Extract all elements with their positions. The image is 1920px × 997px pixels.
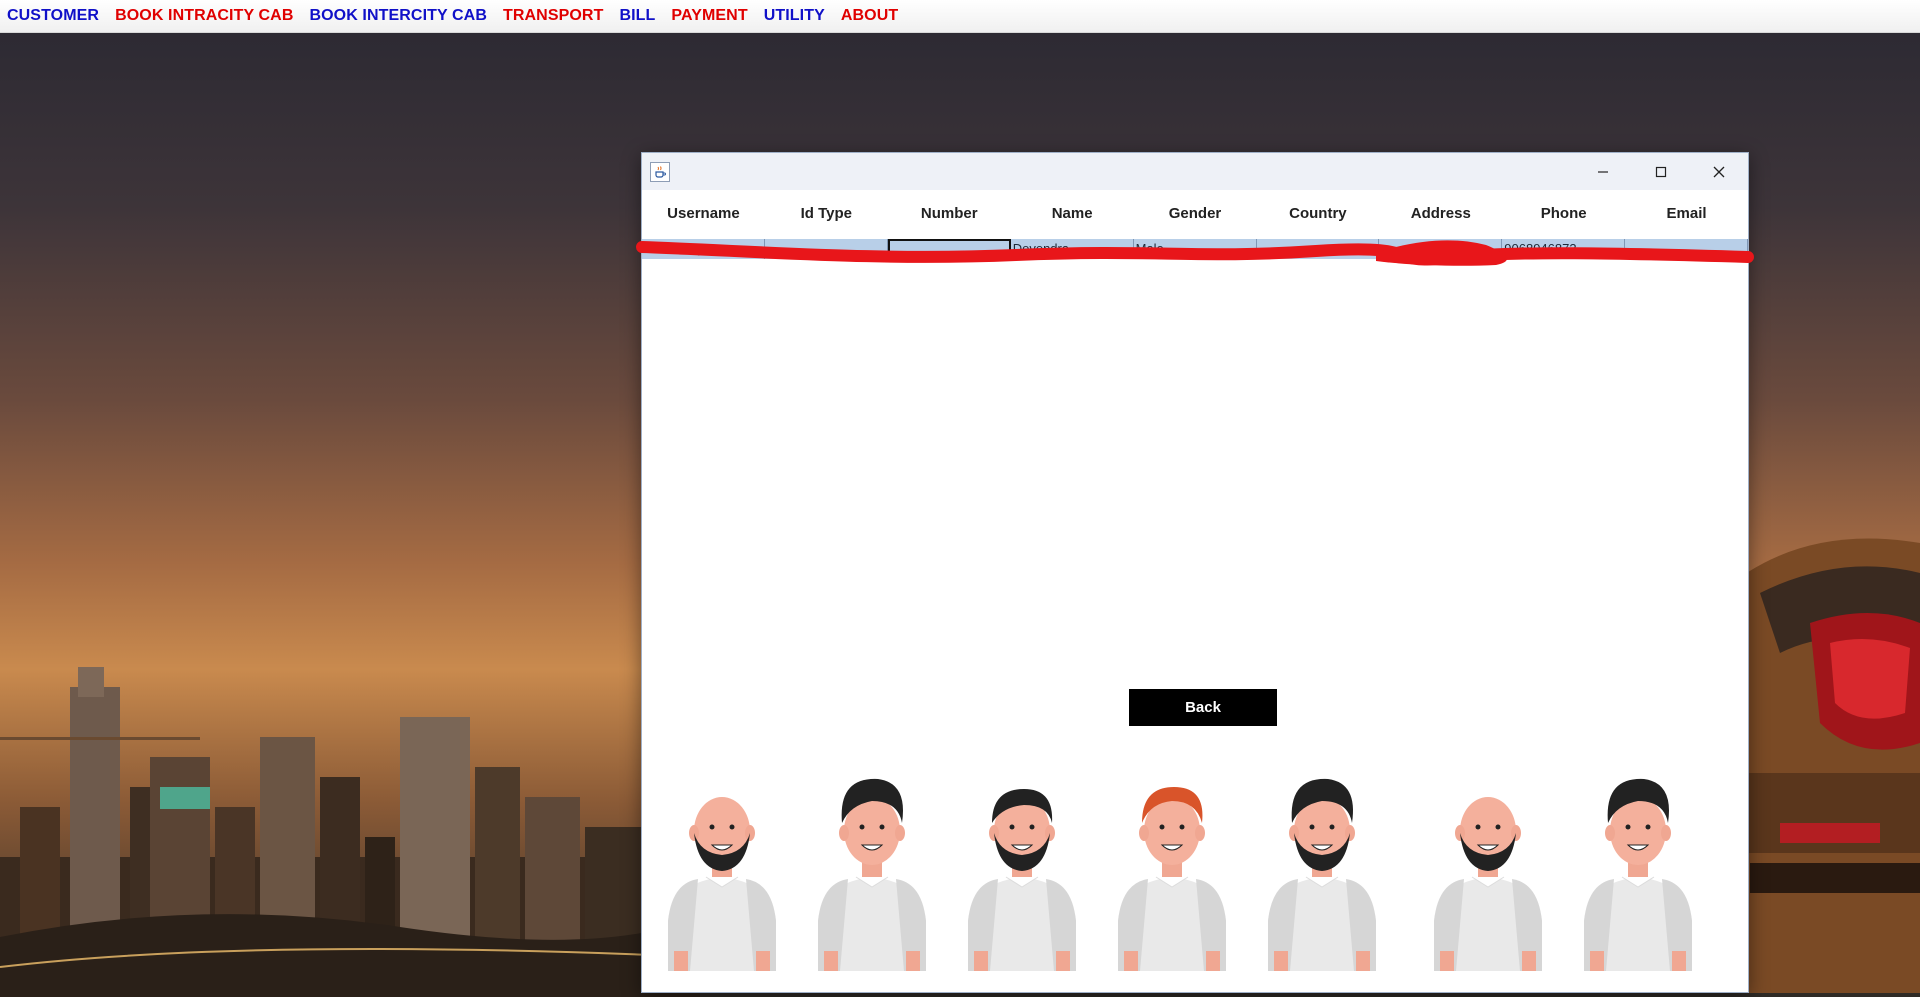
menu-bill[interactable]: BILL: [619, 7, 655, 25]
avatar-dark-hair-2: [1583, 778, 1693, 971]
cell-name[interactable]: Devendra: [1011, 239, 1134, 259]
avatar-red-hair: [1117, 787, 1227, 971]
menu-transport[interactable]: TRANSPORT: [503, 7, 603, 25]
city-skyline-image: [0, 667, 700, 997]
menu-about[interactable]: ABOUT: [841, 7, 898, 25]
back-button[interactable]: Back: [1129, 689, 1277, 726]
column-header-address[interactable]: Address: [1379, 203, 1502, 225]
avatar-group-illustration: [667, 778, 1693, 971]
avatar-bald-bearded-2: [1433, 796, 1543, 971]
column-header-gender[interactable]: Gender: [1134, 203, 1257, 225]
menu-customer[interactable]: CUSTOMER: [7, 7, 99, 25]
column-header-number[interactable]: Number: [888, 203, 1011, 225]
cell-id-type[interactable]: [765, 239, 888, 259]
menu-book-intracity-cab[interactable]: BOOK INTRACITY CAB: [115, 7, 293, 25]
minimize-icon[interactable]: [1574, 153, 1632, 190]
cell-email[interactable]: [1625, 239, 1748, 259]
window-titlebar[interactable]: [642, 153, 1748, 190]
column-header-phone[interactable]: Phone: [1502, 203, 1625, 225]
cell-number[interactable]: [887, 239, 1011, 259]
cell-country[interactable]: [1257, 239, 1380, 259]
window-controls: [1574, 153, 1748, 190]
column-header-name[interactable]: Name: [1011, 203, 1134, 225]
cell-gender[interactable]: Male: [1134, 239, 1257, 259]
menu-payment[interactable]: PAYMENT: [671, 7, 747, 25]
table-row[interactable]: devendraj... Devendra Male 9068946873: [642, 239, 1748, 259]
avatar-bald-bearded: [667, 796, 777, 971]
maximize-icon[interactable]: [1632, 153, 1690, 190]
avatar-goatee: [967, 789, 1077, 971]
column-header-username[interactable]: Username: [642, 203, 765, 225]
column-header-email[interactable]: Email: [1625, 203, 1748, 225]
menu-utility[interactable]: UTILITY: [764, 7, 825, 25]
avatar-dark-hair: [817, 778, 927, 971]
cell-username[interactable]: devendraj...: [642, 239, 765, 259]
main-menubar: CUSTOMER BOOK INTRACITY CAB BOOK INTERCI…: [0, 0, 1920, 33]
cell-address[interactable]: [1379, 239, 1503, 259]
cell-phone[interactable]: 9068946873: [1502, 239, 1626, 259]
column-header-country[interactable]: Country: [1256, 203, 1379, 225]
column-header-id-type[interactable]: Id Type: [765, 203, 888, 225]
customer-details-window: Username Id Type Number Name Gender Coun…: [636, 152, 1754, 993]
table-header: Username Id Type Number Name Gender Coun…: [642, 203, 1748, 225]
close-icon[interactable]: [1690, 153, 1748, 190]
java-cup-icon: [650, 161, 670, 182]
car-image: [1720, 538, 1920, 993]
menu-book-intercity-cab[interactable]: BOOK INTERCITY CAB: [309, 7, 487, 25]
avatar-full-beard: [1267, 778, 1377, 971]
